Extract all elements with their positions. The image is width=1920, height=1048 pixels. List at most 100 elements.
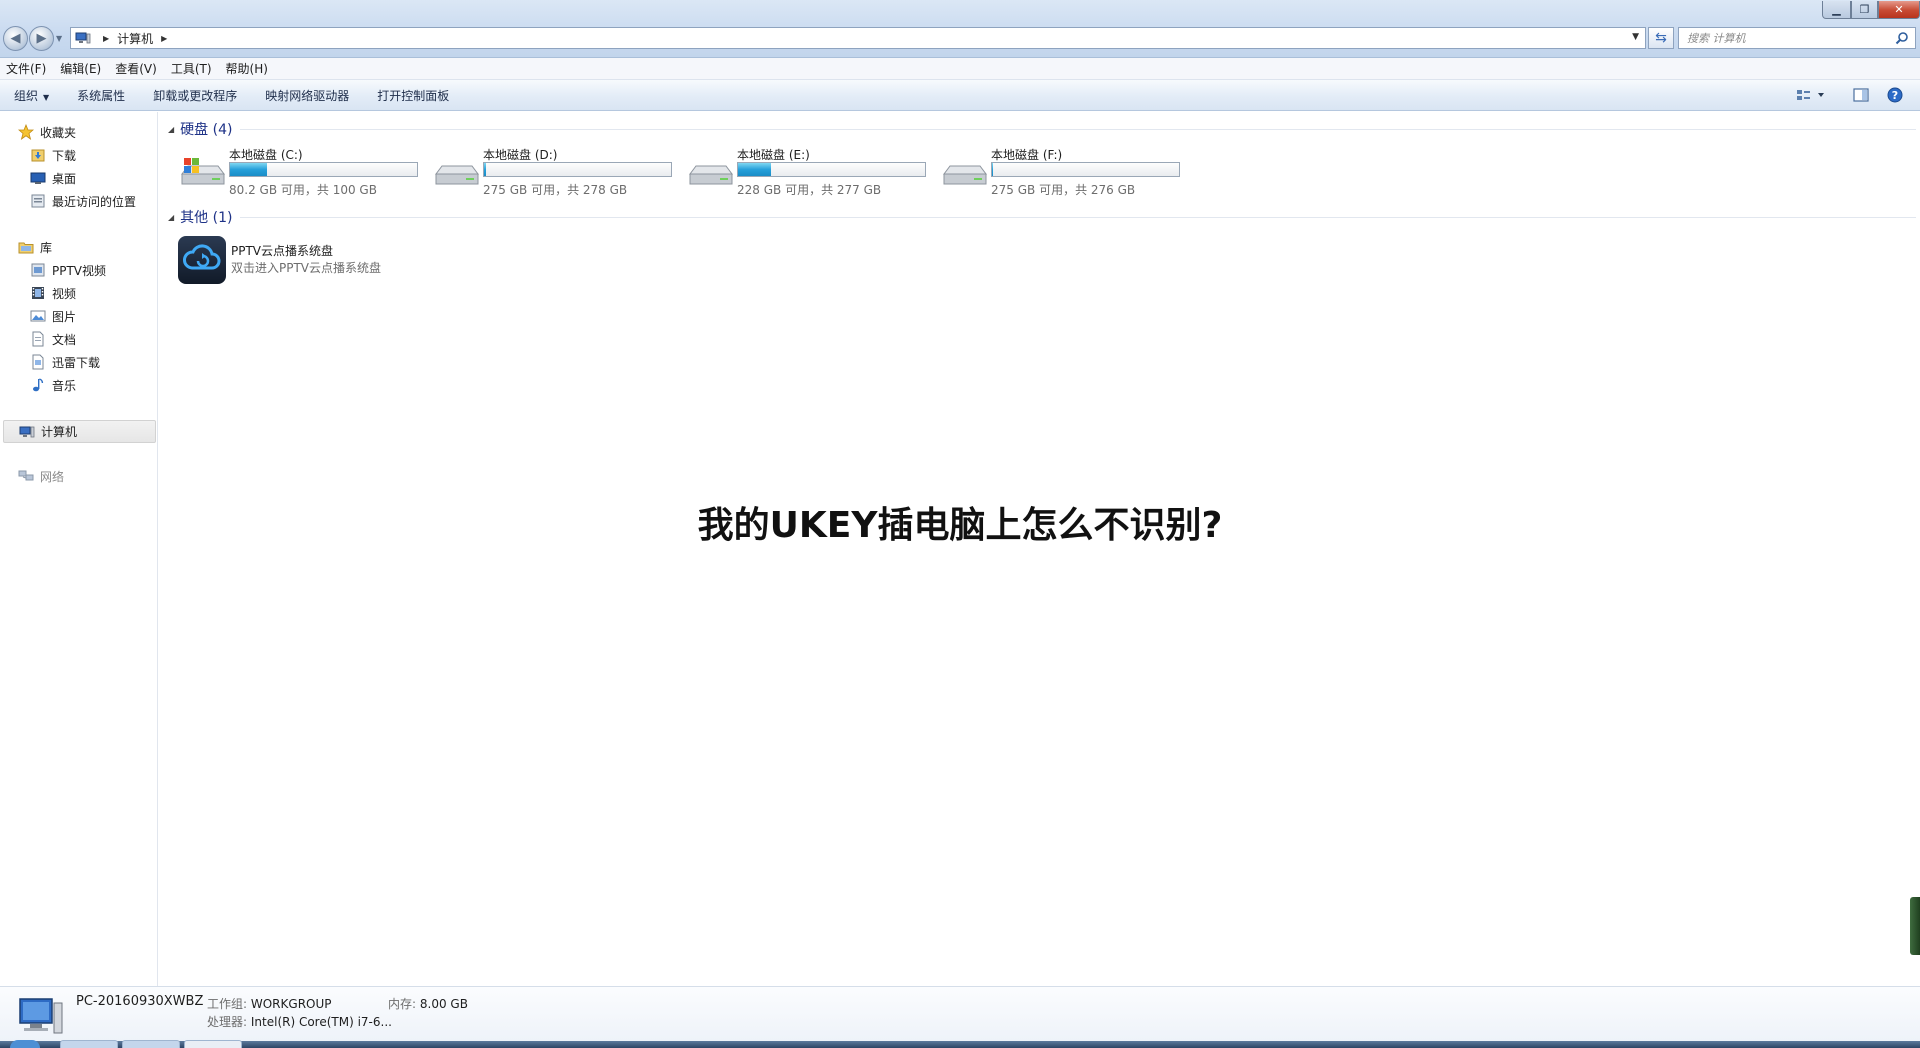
picture-icon — [30, 310, 46, 322]
drive-size-text: 228 GB 可用，共 277 GB — [737, 183, 882, 197]
sidebar-item-label: 桌面 — [52, 171, 77, 186]
group-header-other[interactable]: ◢ 其他 (1) — [168, 208, 1916, 226]
library-folder-icon — [18, 242, 34, 254]
sidebar-item-label: 视频 — [52, 286, 77, 301]
menu-edit[interactable]: 编辑(E) — [60, 60, 101, 77]
change-view-button[interactable] — [1796, 86, 1828, 104]
hard-drive-icon — [943, 165, 987, 185]
sidebar-item-label: 库 — [40, 240, 53, 255]
search-icon[interactable] — [1895, 31, 1909, 45]
collapse-triangle-icon[interactable]: ◢ — [168, 213, 174, 222]
title-bar: ◀ ▶ ▼ ▶ 计算机 ▶ ▼ ⇆ 搜索 计算机 ▁ ❐ ✕ — [0, 0, 1920, 58]
forward-button[interactable]: ▶ — [29, 26, 54, 51]
breadcrumb-computer[interactable]: 计算机 — [117, 30, 153, 47]
breadcrumb-separator-icon[interactable]: ▶ — [161, 34, 167, 43]
menu-tools[interactable]: 工具(T) — [171, 60, 212, 77]
processor-info: 处理器: Intel(R) Core(TM) i7-6... — [207, 1013, 392, 1030]
drive-item[interactable]: 本地磁盘 (F:) 275 GB 可用，共 276 GB — [940, 146, 1190, 198]
sidebar-item-network[interactable]: 网络 — [0, 466, 64, 486]
collapse-triangle-icon[interactable]: ◢ — [168, 125, 174, 134]
library-icon — [32, 354, 44, 370]
sidebar-item-thunder-downloads[interactable]: 迅雷下载 — [0, 352, 100, 372]
workgroup-value: WORKGROUP — [250, 997, 332, 1011]
start-button[interactable] — [10, 1040, 40, 1048]
address-bar[interactable]: ▶ 计算机 ▶ ▼ — [70, 27, 1646, 49]
minimize-button[interactable]: ▁ — [1822, 1, 1851, 19]
drive-usage-bar — [991, 162, 1180, 177]
sidebar-item-recent-places[interactable]: 最近访问的位置 — [0, 191, 136, 211]
back-arrow-icon: ◀ — [10, 31, 21, 46]
minimize-icon: ▁ — [1832, 3, 1841, 16]
taskbar — [0, 1041, 1920, 1048]
search-input[interactable]: 搜索 计算机 — [1678, 27, 1916, 49]
command-bar: 组织 ▼ 系统属性 卸载或更改程序 映射网络驱动器 打开控制面板 — [0, 80, 1920, 111]
sidebar-item-documents[interactable]: 文档 — [0, 329, 76, 349]
group-title: 其他 (1) — [180, 210, 233, 226]
group-header-hard-disks[interactable]: ◢ 硬盘 (4) — [168, 120, 1916, 138]
system-properties-button[interactable]: 系统属性 — [77, 87, 125, 104]
menu-view[interactable]: 查看(V) — [115, 60, 157, 77]
drive-item[interactable]: 本地磁盘 (C:) 80.2 GB 可用，共 100 GB — [178, 146, 428, 198]
refresh-button[interactable]: ⇆ — [1648, 27, 1674, 49]
taskbar-button-active[interactable] — [184, 1040, 242, 1048]
sidebar-item-videos[interactable]: 视频 — [0, 283, 76, 303]
svg-text:?: ? — [1892, 89, 1898, 102]
map-network-drive-button[interactable]: 映射网络驱动器 — [265, 87, 349, 104]
memory-info: 内存: 8.00 GB — [388, 995, 468, 1012]
restore-button[interactable]: ❐ — [1851, 1, 1878, 19]
help-button[interactable]: ? — [1886, 86, 1904, 104]
hard-drive-icon — [435, 165, 479, 185]
taskbar-button-ie[interactable] — [60, 1040, 118, 1048]
overlay-caption: 我的UKEY插电脑上怎么不识别? — [697, 505, 1223, 546]
address-dropdown-icon[interactable]: ▼ — [1632, 32, 1639, 42]
film-icon — [32, 287, 44, 299]
drive-item[interactable]: 本地磁盘 (E:) 228 GB 可用，共 277 GB — [686, 146, 936, 198]
forward-arrow-icon: ▶ — [36, 31, 47, 46]
sidebar-item-downloads[interactable]: 下载 — [0, 145, 76, 165]
search-placeholder: 搜索 计算机 — [1687, 32, 1746, 45]
sidebar-item-pptv-video[interactable]: PPTV视频 — [0, 260, 106, 280]
menu-help[interactable]: 帮助(H) — [226, 60, 268, 77]
drive-size-text: 80.2 GB 可用，共 100 GB — [229, 183, 377, 197]
group-divider — [240, 216, 1916, 218]
breadcrumb-separator-icon[interactable]: ▶ — [103, 34, 109, 43]
organize-button[interactable]: 组织 ▼ — [14, 87, 49, 104]
document-icon — [32, 331, 44, 347]
side-floating-tab[interactable] — [1910, 897, 1920, 955]
recent-places-icon — [31, 194, 45, 208]
sidebar-item-computer[interactable]: 计算机 — [3, 420, 156, 443]
drive-item[interactable]: 本地磁盘 (D:) 275 GB 可用，共 278 GB — [432, 146, 682, 198]
taskbar-button-explorer[interactable] — [122, 1040, 180, 1048]
sidebar-item-label: 最近访问的位置 — [52, 194, 137, 209]
drive-name: 本地磁盘 (E:) — [737, 148, 810, 162]
back-button[interactable]: ◀ — [3, 26, 28, 51]
drive-usage-fill — [992, 163, 993, 176]
sidebar-item-libraries[interactable]: 库 — [0, 237, 52, 257]
computer-icon — [19, 426, 35, 437]
navigation-pane: 收藏夹 下载 桌面 最近访问的位置 库 PPTV视频 视频 图片 文档 迅雷下载… — [0, 112, 158, 986]
sidebar-item-label: 计算机 — [41, 425, 78, 439]
memory-label: 内存: — [388, 997, 417, 1011]
drive-usage-bar — [737, 162, 926, 177]
processor-value: Intel(R) Core(TM) i7-6... — [250, 1015, 392, 1029]
workgroup-info: 工作组: WORKGROUP — [207, 995, 332, 1012]
preview-pane-icon — [1853, 88, 1869, 102]
recent-pages-dropdown[interactable]: ▼ — [56, 34, 62, 43]
menu-file[interactable]: 文件(F) — [6, 60, 46, 77]
sidebar-item-music[interactable]: 音乐 — [0, 375, 76, 395]
drive-usage-bar — [483, 162, 672, 177]
preview-pane-button[interactable] — [1852, 86, 1870, 104]
organize-label: 组织 — [14, 88, 39, 103]
drive-size-text: 275 GB 可用，共 276 GB — [991, 183, 1136, 197]
sidebar-item-desktop[interactable]: 桌面 — [0, 168, 76, 188]
uninstall-program-button[interactable]: 卸载或更改程序 — [153, 87, 237, 104]
restore-icon: ❐ — [1859, 3, 1870, 16]
open-control-panel-button[interactable]: 打开控制面板 — [377, 87, 449, 104]
drive-usage-fill — [484, 163, 486, 176]
sidebar-item-pictures[interactable]: 图片 — [0, 306, 76, 326]
close-button[interactable]: ✕ — [1878, 1, 1920, 19]
music-note-icon — [33, 378, 44, 392]
drive-usage-fill — [738, 163, 771, 176]
sidebar-item-favorites[interactable]: 收藏夹 — [0, 122, 76, 142]
group-title: 硬盘 (4) — [180, 122, 233, 138]
